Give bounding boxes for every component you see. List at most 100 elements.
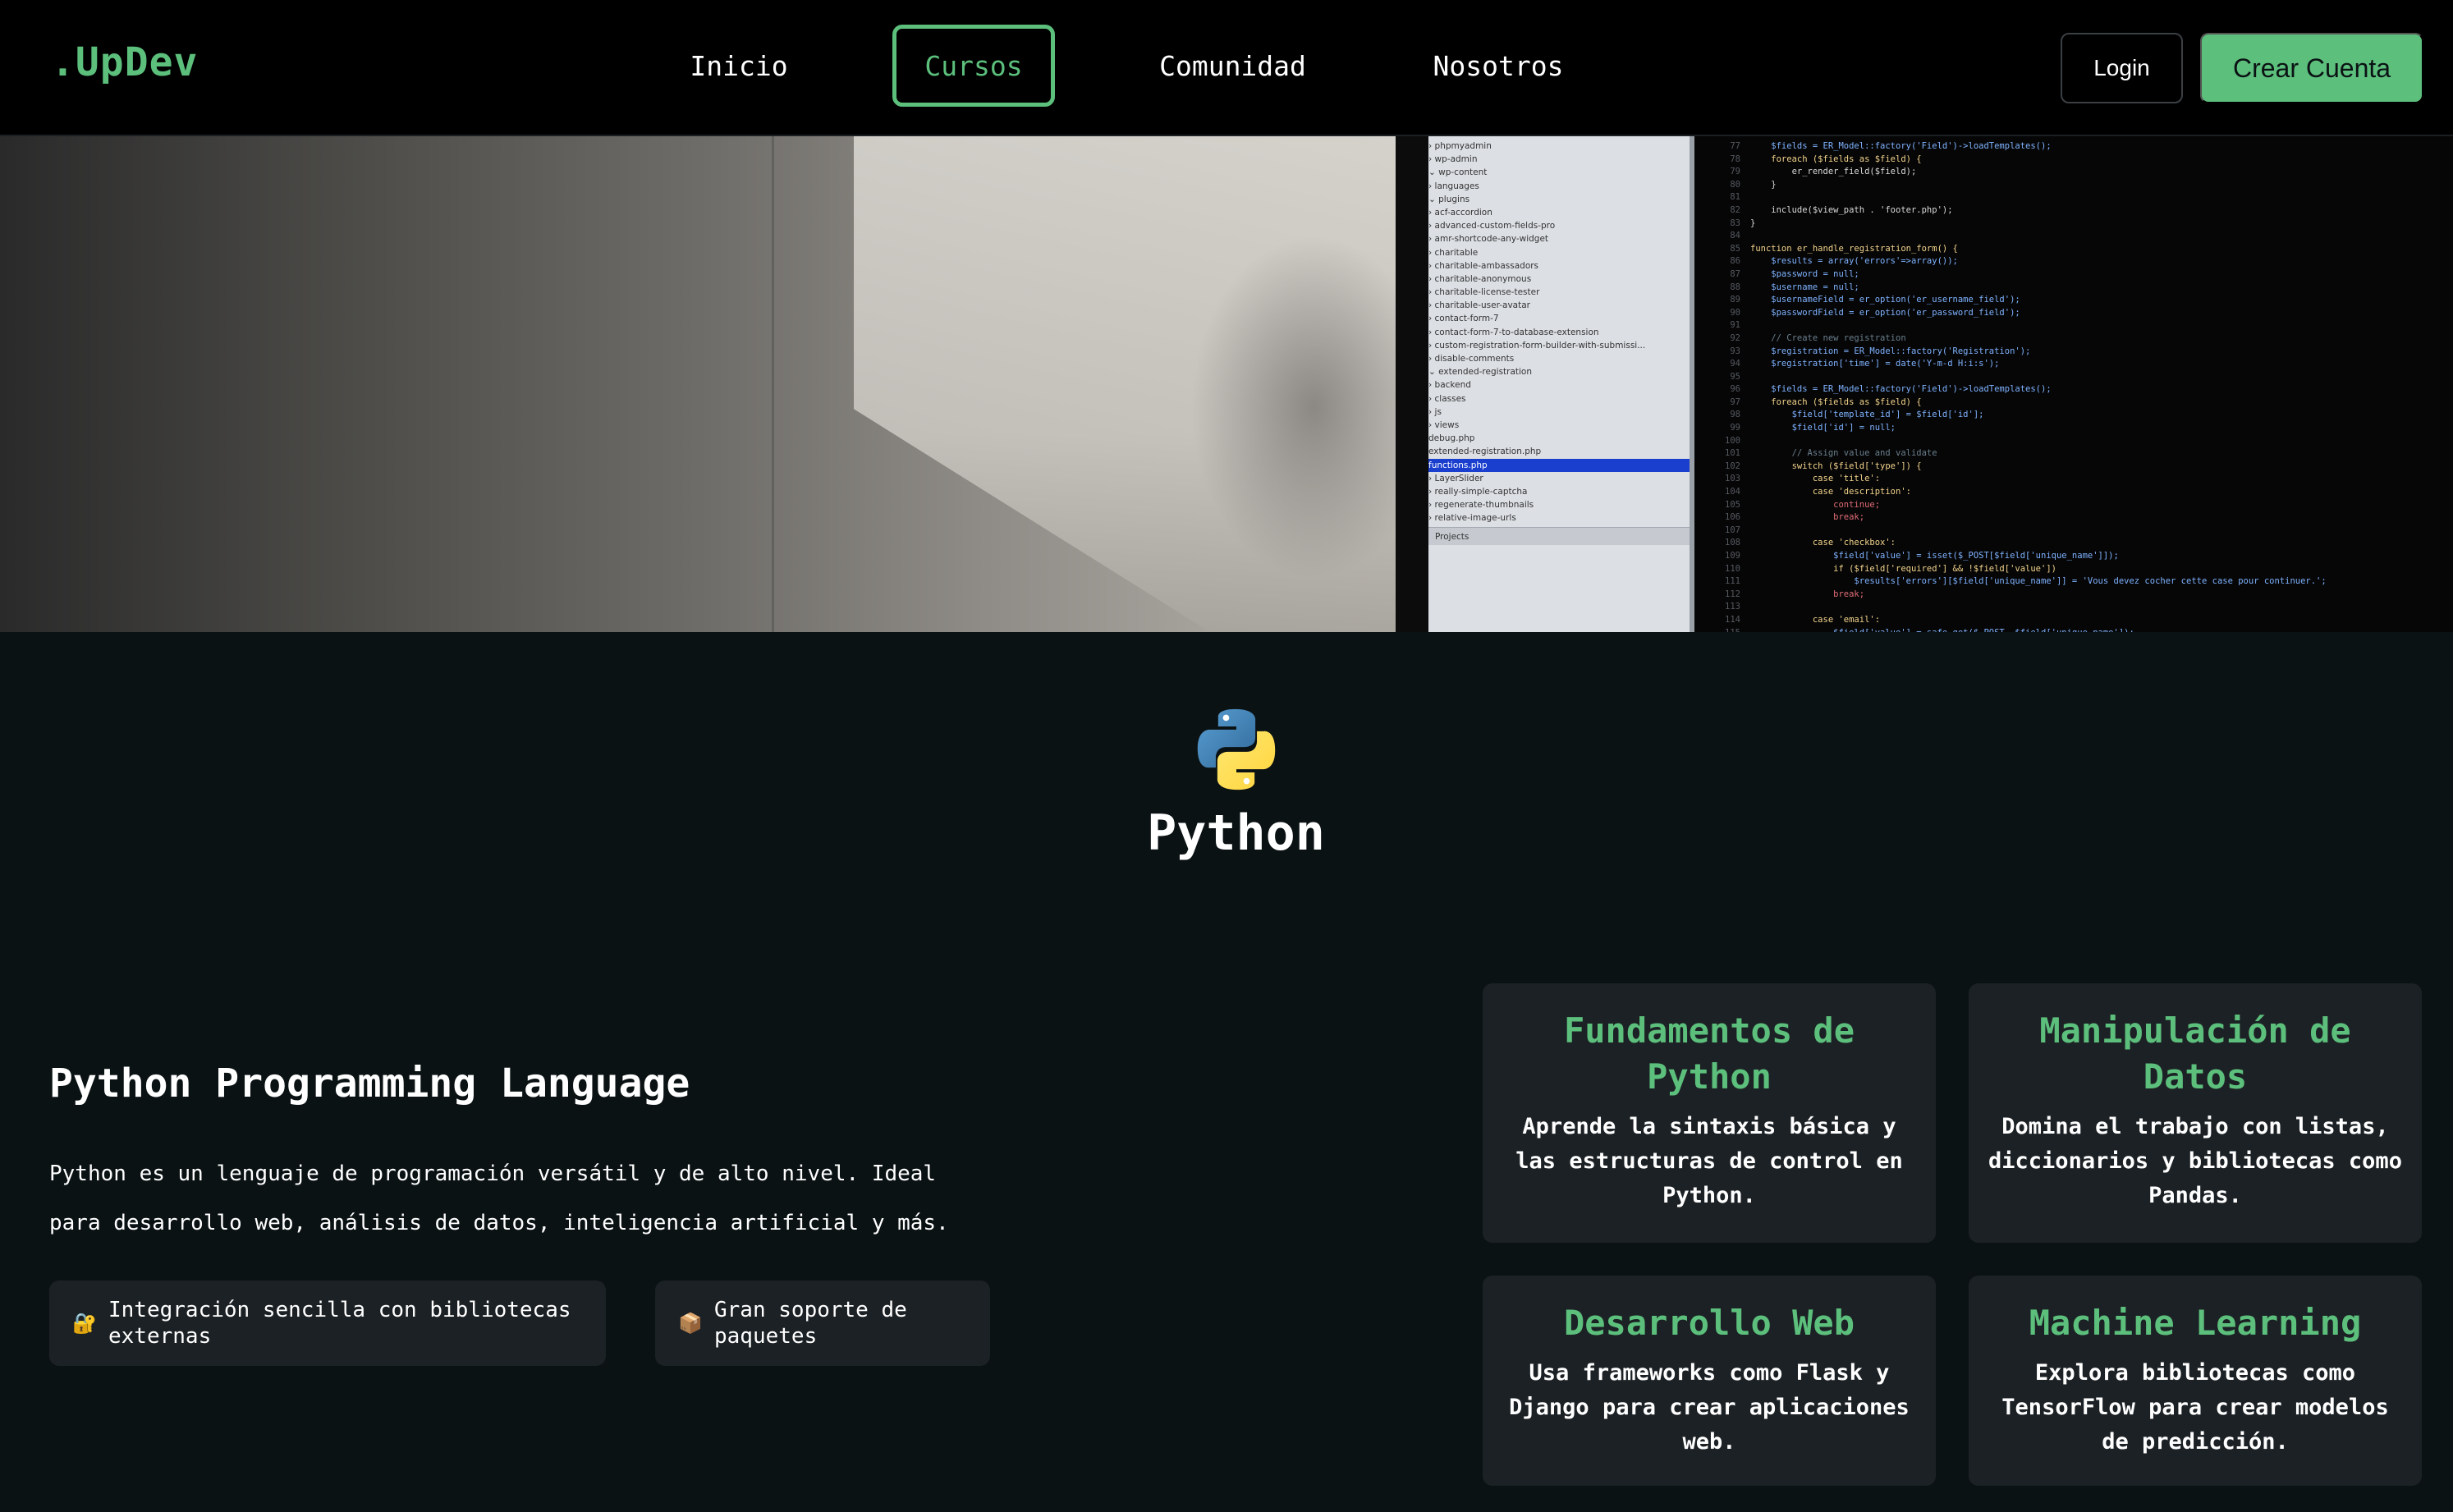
code-line: 107 [1694, 525, 2453, 538]
card-text: Usa frameworks como Flask y Django para … [1509, 1360, 1910, 1455]
line-number: 80 [1730, 179, 1740, 190]
card-text: Explora bibliotecas como TensorFlow para… [2001, 1360, 2389, 1455]
line-number: 114 [1725, 614, 1740, 625]
card-title: Desarrollo Web [1563, 1303, 1855, 1343]
line-number: 77 [1730, 141, 1740, 151]
code-line: 82 include($view_path . 'footer.php'); [1694, 204, 2453, 218]
code-line: 80 } [1694, 179, 2453, 192]
line-number: 111 [1725, 576, 1740, 587]
line-number: 95 [1730, 371, 1740, 382]
code-line: 93 $registration = ER_Model::factory('Re… [1694, 346, 2453, 359]
file-tree-item: › phpmyadmin [1428, 141, 1492, 151]
code-line: 85 function er_handle_registration_form()… [1694, 243, 2453, 256]
file-tree-item: › really-simple-captcha [1428, 486, 1528, 497]
course-card[interactable]: Fundamentos de Python Aprende la sintaxi… [1483, 983, 1936, 1243]
file-tree-item: › backend [1428, 380, 1471, 391]
code-text: $usernameField = er_option('er_username_… [1750, 295, 2020, 305]
code-line: 99 $field['id'] = null; [1694, 422, 2453, 435]
code-line: 106 break; [1694, 511, 2453, 525]
code-text: $results = array('errors'=>array()); [1750, 256, 1958, 267]
line-number: 103 [1725, 474, 1740, 484]
code-line: 100 [1694, 435, 2453, 448]
line-number: 109 [1725, 551, 1740, 561]
nav-link-cursos[interactable]: Cursos [892, 25, 1055, 107]
code-text: foreach ($fields as $field) { [1750, 396, 1922, 407]
line-number: 113 [1725, 602, 1740, 612]
code-text: if ($field['required'] && !$field['value… [1750, 563, 2056, 574]
line-number: 106 [1725, 512, 1740, 523]
code-line: 88 $username = null; [1694, 282, 2453, 295]
file-tree-item: › charitable [1428, 247, 1479, 258]
code-text: include($view_path . 'footer.php'); [1750, 204, 1953, 215]
feature-text: Gran soporte de paquetes [714, 1298, 907, 1349]
line-number: 78 [1730, 153, 1740, 164]
line-number: 96 [1730, 384, 1740, 395]
file-tree-item: › wp-admin [1428, 154, 1478, 165]
line-number: 108 [1725, 538, 1740, 548]
code-text: $results['errors'][$field['unique_name']… [1750, 576, 2327, 587]
file-tree-item: › contact-form-7-to-database-extension [1428, 327, 1599, 337]
page-title: Python [1147, 804, 1325, 862]
card-title: Fundamentos de Python [1563, 1010, 1855, 1097]
package-icon: 📦 [678, 1312, 703, 1335]
code-line: 86 $results = array('errors'=>array()); [1694, 255, 2453, 268]
nav-link-inicio[interactable]: Inicio [673, 25, 805, 107]
line-number: 102 [1725, 460, 1740, 471]
line-number: 101 [1725, 448, 1740, 459]
nav-link-comunidad[interactable]: Comunidad [1145, 25, 1320, 107]
nav-link-nosotros[interactable]: Nosotros [1419, 25, 1578, 107]
code-line: 101 // Assign value and validate [1694, 447, 2453, 460]
file-tree-list: › phpmyadmin › wp-admin ⌄ wp-content › l… [1428, 140, 1690, 525]
feature-badge: 🔐 Integración sencilla con bibliotecas e… [49, 1281, 606, 1366]
code-text: } [1750, 179, 1777, 190]
file-tree-item: › charitable-ambassadors [1428, 260, 1539, 271]
code-line: 83} [1694, 218, 2453, 231]
code-line: 96 $fields = ER_Model::factory('Field')-… [1694, 383, 2453, 396]
code-line: 105 continue; [1694, 499, 2453, 512]
line-number: 100 [1725, 435, 1740, 446]
file-tree-item: debug.php [1428, 433, 1475, 444]
code-line: 90 $passwordField = er_option('er_passwo… [1694, 307, 2453, 320]
file-tree-item: ⌄ extended-registration [1428, 367, 1533, 378]
line-number: 88 [1730, 282, 1740, 292]
code-line: 115 $field['value'] = safe_get($_POST, $… [1694, 627, 2453, 632]
monitor-bezel [1396, 136, 1428, 632]
line-number: 85 [1730, 243, 1740, 254]
line-number: 81 [1730, 192, 1740, 203]
line-number: 91 [1730, 320, 1740, 331]
code-text: $field['value'] = isset($_POST[$field['u… [1750, 551, 2119, 561]
line-number: 112 [1725, 589, 1740, 599]
code-text: break; [1750, 589, 1865, 599]
code-line: 103 case 'title': [1694, 473, 2453, 486]
code-text: $fields = ER_Model::factory('Field')->lo… [1750, 141, 2052, 151]
course-card[interactable]: Desarrollo Web Usa frameworks como Flask… [1483, 1276, 1936, 1486]
code-line: 102 switch ($field['type']) { [1694, 460, 2453, 474]
code-line: 84 [1694, 230, 2453, 243]
file-tree-item: › acf-accordion [1428, 207, 1492, 218]
code-text: $passwordField = er_option('er_password_… [1750, 307, 2020, 318]
file-tree-item: › charitable-user-avatar [1428, 300, 1530, 311]
login-button[interactable]: Login [2061, 33, 2183, 103]
code-text: $field['value'] = safe_get($_POST, $fiel… [1750, 628, 2134, 632]
projects-tab: Projects [1428, 527, 1690, 545]
code-line: 111 $results['errors'][$field['unique_na… [1694, 575, 2453, 589]
course-card[interactable]: Manipulación de Datos Domina el trabajo … [1969, 983, 2422, 1243]
line-number: 99 [1730, 423, 1740, 433]
create-account-button[interactable]: Crear Cuenta [2200, 33, 2423, 103]
code-line: 89 $usernameField = er_option('er_userna… [1694, 294, 2453, 307]
course-card[interactable]: Machine Learning Explora bibliotecas com… [1969, 1276, 2422, 1486]
line-number: 86 [1730, 256, 1740, 267]
line-number: 93 [1730, 346, 1740, 356]
line-number: 82 [1730, 204, 1740, 215]
code-line: 78 foreach ($fields as $field) { [1694, 153, 2453, 167]
code-text: // Create new registration [1750, 332, 1906, 343]
line-number: 110 [1725, 563, 1740, 574]
line-number: 107 [1725, 525, 1740, 535]
feature-badge: 📦 Gran soporte de paquetes [655, 1281, 990, 1366]
line-number: 79 [1730, 167, 1740, 177]
line-number: 97 [1730, 396, 1740, 407]
code-text: switch ($field['type']) { [1750, 460, 1922, 471]
code-text: $registration = ER_Model::factory('Regis… [1750, 346, 2031, 356]
file-tree-item: › amr-shortcode-any-widget [1428, 234, 1549, 245]
code-text: function er_handle_registration_form() { [1750, 243, 1958, 254]
